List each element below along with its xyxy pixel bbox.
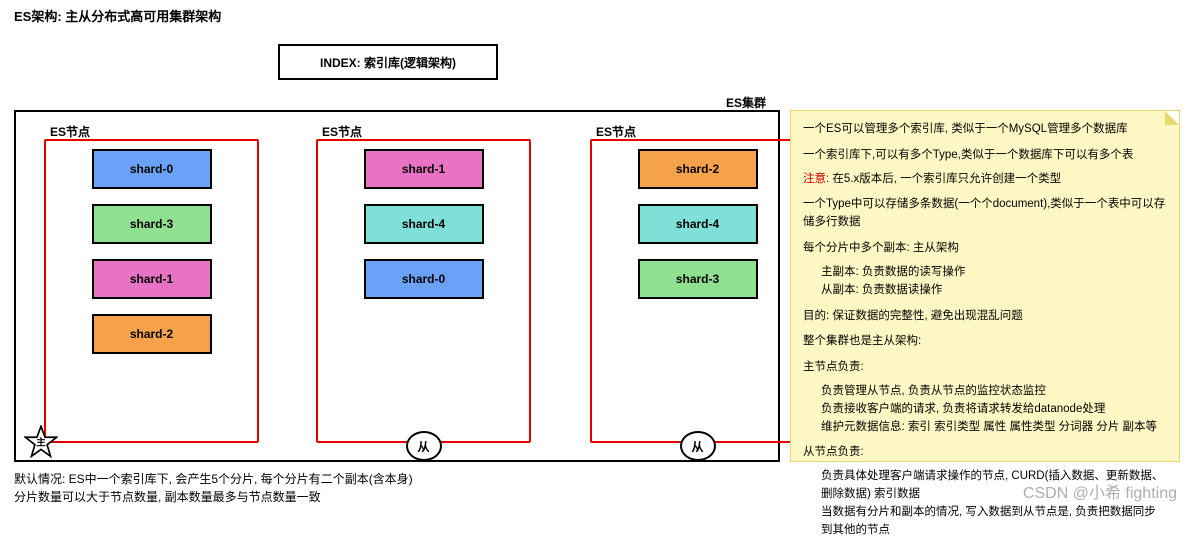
note-line: 主副本: 负责数据的读写操作 (803, 264, 1167, 282)
note-line: 整个集群也是主从架构: (803, 333, 1167, 351)
shard: shard-3 (638, 259, 758, 299)
note-line: 一个索引库下,可以有多个Type,类似于一个数据库下可以有多个表 (803, 147, 1167, 165)
cluster-container: ES节点 shard-0 shard-3 shard-1 shard-2 主 E… (14, 110, 780, 462)
es-node-3: ES节点 shard-2 shard-4 shard-3 从 (590, 139, 805, 443)
note-line: 负责管理从节点, 负责从节点的监控状态监控 (803, 383, 1167, 401)
note-line: 主节点负责: (803, 359, 1167, 377)
shard: shard-1 (364, 149, 484, 189)
notes-panel: 一个ES可以管理多个索引库, 类似于一个MySQL管理多个数据库 一个索引库下,… (790, 110, 1180, 462)
shard: shard-0 (364, 259, 484, 299)
master-star-icon: 主 (24, 425, 58, 459)
note-line: 注意: 在5.x版本后, 一个索引库只允许创建一个类型 (803, 171, 1167, 189)
es-node-2: ES节点 shard-1 shard-4 shard-0 从 (316, 139, 531, 443)
note-line: 当数据有分片和副本的情况, 写入数据到从节点是, 负责把数据同步到其他的节点 (803, 504, 1167, 539)
shard: shard-4 (364, 204, 484, 244)
footer-line: 默认情况: ES中一个索引库下, 会产生5个分片, 每个分片有二个副本(含本身) (14, 470, 413, 488)
note-line: 一个Type中可以存储多条数据(一个个document),类似于一个表中可以存储… (803, 196, 1167, 232)
shard: shard-3 (92, 204, 212, 244)
shard: shard-2 (638, 149, 758, 189)
note-line: 负责接收客户端的请求, 负责将请求转发给datanode处理 (803, 401, 1167, 419)
footer-notes: 默认情况: ES中一个索引库下, 会产生5个分片, 每个分片有二个副本(含本身)… (14, 470, 413, 506)
es-node-1: ES节点 shard-0 shard-3 shard-1 shard-2 主 (44, 139, 259, 443)
watermark: CSDN @小希 fighting (1023, 479, 1177, 503)
note-line: 目的: 保证数据的完整性, 避免出现混乱问题 (803, 308, 1167, 326)
note-line: 从节点负责: (803, 444, 1167, 462)
shard: shard-0 (92, 149, 212, 189)
slave-badge: 从 (680, 431, 716, 461)
cluster-label: ES集群 (726, 94, 766, 111)
shard: shard-4 (638, 204, 758, 244)
footer-line: 分片数量可以大于节点数量, 副本数量最多与节点数量一致 (14, 488, 413, 506)
note-line: 从副本: 负责数据读操作 (803, 282, 1167, 300)
note-line: 每个分片中多个副本: 主从架构 (803, 240, 1167, 258)
fold-corner-icon (1165, 111, 1179, 125)
shard: shard-1 (92, 259, 212, 299)
index-box: INDEX: 索引库(逻辑架构) (278, 44, 498, 80)
diagram-title: ES架构: 主从分布式高可用集群架构 (14, 6, 221, 25)
svg-text:主: 主 (36, 436, 46, 448)
note-line: 维护元数据信息: 索引 索引类型 属性 属性类型 分词器 分片 副本等 (803, 419, 1167, 437)
node-label: ES节点 (322, 123, 362, 140)
node-label: ES节点 (50, 123, 90, 140)
note-line: 一个ES可以管理多个索引库, 类似于一个MySQL管理多个数据库 (803, 121, 1167, 139)
shard: shard-2 (92, 314, 212, 354)
node-label: ES节点 (596, 123, 636, 140)
slave-badge: 从 (406, 431, 442, 461)
